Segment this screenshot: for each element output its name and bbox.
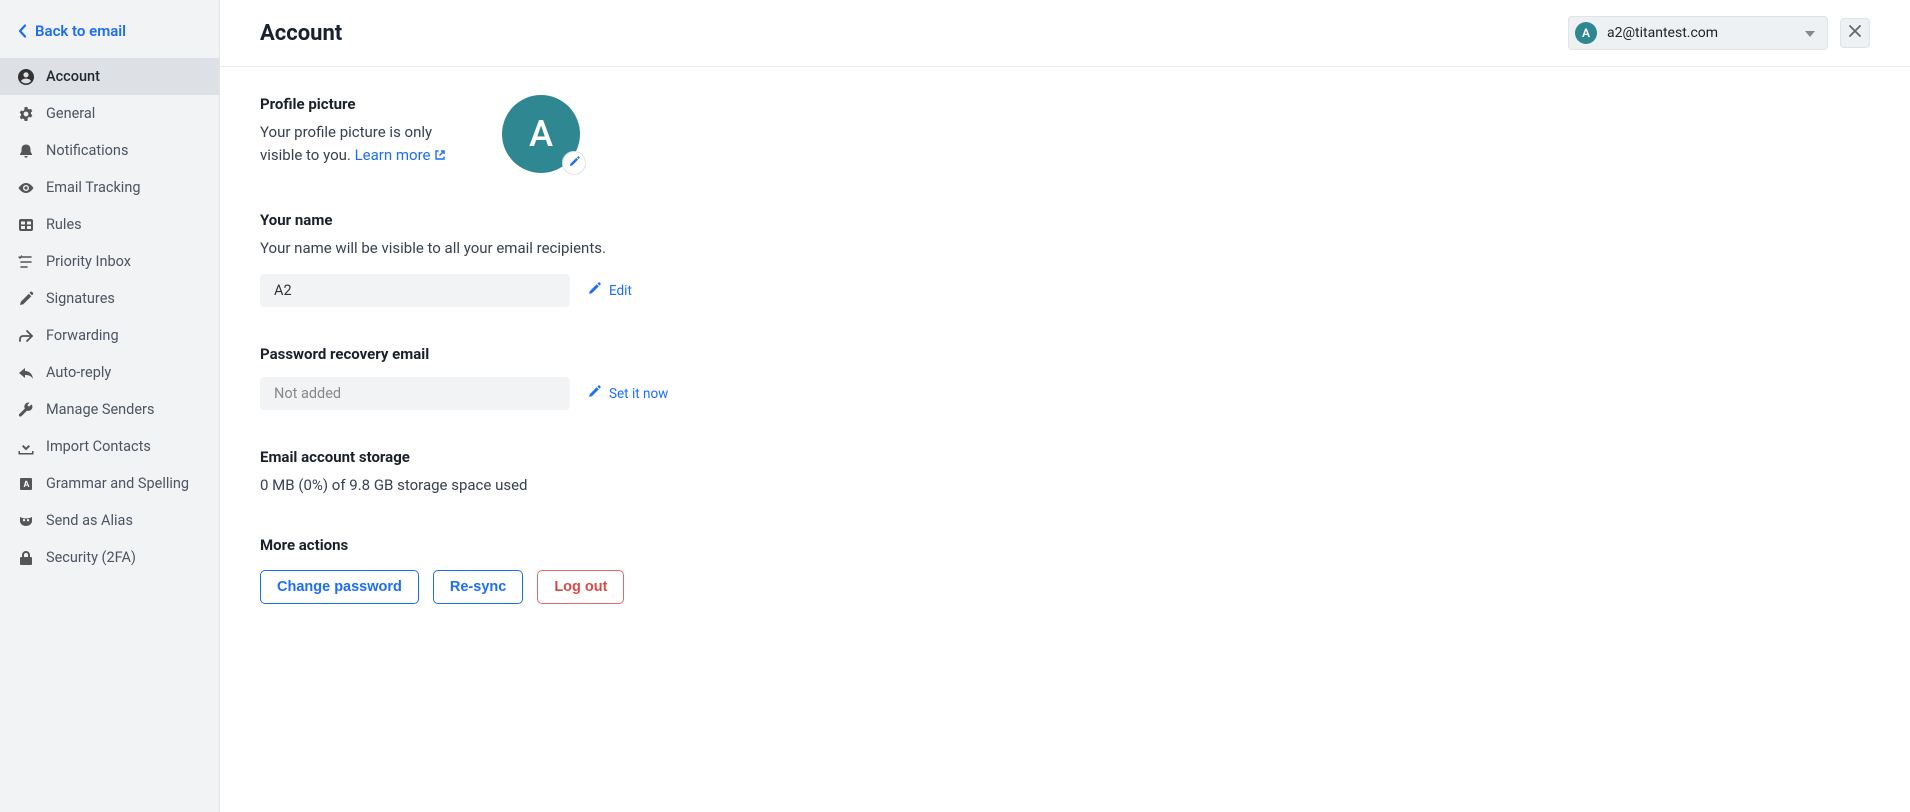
sidebar-item-label: General (46, 105, 95, 122)
squares-icon (18, 217, 34, 233)
section-recovery-email: Password recovery email Not added Set it… (260, 345, 1180, 410)
sidebar-item-label: Send as Alias (46, 512, 133, 529)
account-avatar-small: A (1575, 22, 1597, 44)
chevron-down-icon (1805, 25, 1815, 41)
learn-more-link[interactable]: Learn more (355, 146, 447, 164)
sidebar-item-label: Grammar and Spelling (46, 475, 189, 492)
priority-icon (18, 254, 34, 270)
main-panel: Account A a2@titantest.com (220, 0, 1910, 812)
chevron-left-icon (18, 24, 27, 38)
edit-name-label: Edit (609, 283, 632, 299)
external-link-icon (434, 145, 446, 168)
sidebar-item-rules[interactable]: Rules (0, 206, 219, 243)
back-to-email-link[interactable]: Back to email (0, 14, 219, 58)
sidebar-item-label: Priority Inbox (46, 253, 131, 270)
account-selector[interactable]: A a2@titantest.com (1568, 16, 1828, 50)
learn-more-label: Learn more (355, 146, 431, 164)
sidebar-item-label: Manage Senders (46, 401, 154, 418)
account-email-label: a2@titantest.com (1607, 25, 1795, 41)
sidebar-item-label: Notifications (46, 142, 128, 159)
mask-icon (18, 513, 34, 529)
sidebar-item-priority-inbox[interactable]: Priority Inbox (0, 243, 219, 280)
user-circle-icon (18, 69, 34, 85)
sidebar-item-email-tracking[interactable]: Email Tracking (0, 169, 219, 206)
sidebar-item-label: Account (46, 68, 100, 85)
sidebar-item-send-as-alias[interactable]: Send as Alias (0, 502, 219, 539)
your-name-description: Your name will be visible to all your em… (260, 237, 1180, 260)
close-button[interactable] (1840, 18, 1870, 48)
sidebar-item-import-contacts[interactable]: Import Contacts (0, 428, 219, 465)
more-actions-buttons: Change password Re-sync Log out (260, 570, 1180, 604)
sidebar-item-label: Security (2FA) (46, 549, 136, 566)
storage-title: Email account storage (260, 448, 1180, 466)
set-recovery-email-button[interactable]: Set it now (588, 385, 668, 402)
sidebar-item-label: Import Contacts (46, 438, 151, 455)
your-name-value: A2 (260, 274, 570, 307)
bell-icon (18, 143, 34, 159)
section-profile-picture: Profile picture Your profile picture is … (260, 95, 1180, 173)
sidebar-item-security-2fa[interactable]: Security (2FA) (0, 539, 219, 576)
forward-icon (18, 328, 34, 344)
page-header: Account A a2@titantest.com (220, 0, 1910, 67)
edit-name-button[interactable]: Edit (588, 282, 632, 299)
page-title: Account (260, 21, 342, 46)
recovery-email-field-row: Not added Set it now (260, 377, 1180, 410)
wrench-icon (18, 402, 34, 418)
sidebar-item-grammar-spelling[interactable]: Grammar and Spelling (0, 465, 219, 502)
profile-picture-text: Profile picture Your profile picture is … (260, 95, 470, 169)
close-icon (1849, 25, 1861, 41)
grammar-icon (18, 476, 34, 492)
pencil-icon (588, 385, 601, 402)
lock-icon (18, 550, 34, 566)
gear-icon (18, 106, 34, 122)
profile-avatar-wrap: A (502, 95, 580, 173)
more-actions-title: More actions (260, 536, 1180, 554)
section-storage: Email account storage 0 MB (0%) of 9.8 G… (260, 448, 1180, 497)
storage-usage-text: 0 MB (0%) of 9.8 GB storage space used (260, 474, 1180, 497)
eye-icon (18, 180, 34, 196)
sidebar-item-general[interactable]: General (0, 95, 219, 132)
header-right: A a2@titantest.com (1568, 16, 1870, 50)
sidebar-item-label: Email Tracking (46, 179, 140, 196)
sidebar-item-label: Rules (46, 216, 82, 233)
change-password-button[interactable]: Change password (260, 570, 419, 604)
content: Profile picture Your profile picture is … (220, 67, 1220, 682)
sidebar-item-label: Signatures (46, 290, 115, 307)
sidebar-item-manage-senders[interactable]: Manage Senders (0, 391, 219, 428)
sidebar-item-auto-reply[interactable]: Auto-reply (0, 354, 219, 391)
sidebar-item-forwarding[interactable]: Forwarding (0, 317, 219, 354)
sidebar-item-account[interactable]: Account (0, 58, 219, 95)
profile-picture-title: Profile picture (260, 95, 470, 113)
section-your-name: Your name Your name will be visible to a… (260, 211, 1180, 307)
back-to-email-label: Back to email (35, 22, 126, 40)
logout-button[interactable]: Log out (537, 570, 624, 604)
edit-avatar-button[interactable] (562, 151, 586, 175)
settings-sidebar: Back to email Account General Notification… (0, 0, 220, 812)
import-icon (18, 439, 34, 455)
resync-button[interactable]: Re-sync (433, 570, 523, 604)
pencil-icon (588, 282, 601, 299)
set-recovery-email-label: Set it now (609, 386, 668, 402)
your-name-field-row: A2 Edit (260, 274, 1180, 307)
sidebar-item-label: Auto-reply (46, 364, 111, 381)
reply-icon (18, 365, 34, 381)
your-name-title: Your name (260, 211, 1180, 229)
pencil-icon (18, 291, 34, 307)
profile-picture-description: Your profile picture is only visible to … (260, 121, 470, 169)
recovery-email-value: Not added (260, 377, 570, 410)
sidebar-item-notifications[interactable]: Notifications (0, 132, 219, 169)
section-more-actions: More actions Change password Re-sync Log… (260, 536, 1180, 604)
recovery-email-title: Password recovery email (260, 345, 1180, 363)
sidebar-item-label: Forwarding (46, 327, 119, 344)
sidebar-item-signatures[interactable]: Signatures (0, 280, 219, 317)
pencil-icon (569, 155, 580, 171)
sidebar-nav-list: Account General Notifications Email Trackin… (0, 58, 219, 576)
